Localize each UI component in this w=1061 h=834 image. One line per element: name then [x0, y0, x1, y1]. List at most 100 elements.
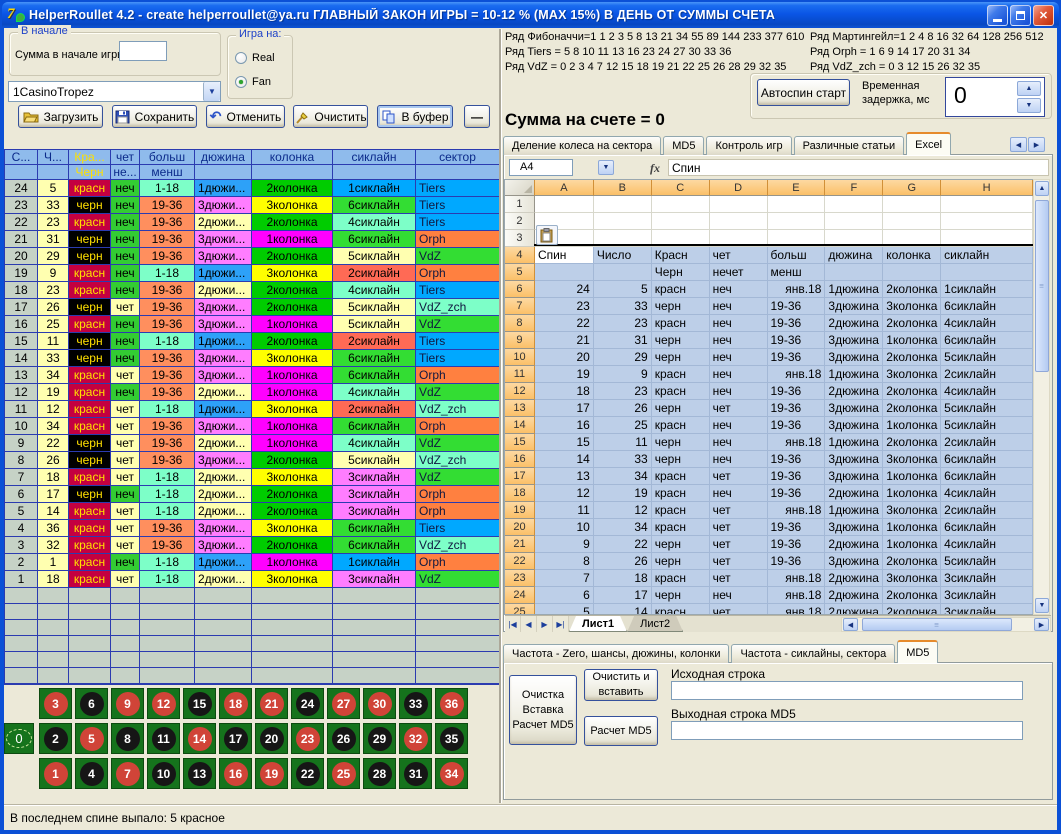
roulette-cell[interactable]: 10: [147, 758, 180, 789]
excel-cell[interactable]: 12: [594, 502, 652, 519]
roulette-cell[interactable]: 15: [183, 688, 216, 719]
excel-col-header[interactable]: H: [941, 180, 1033, 196]
excel-cell[interactable]: чет: [710, 604, 768, 615]
excel-cell[interactable]: неч: [710, 417, 768, 434]
excel-cell[interactable]: 3дюжина: [825, 349, 883, 366]
excel-cell[interactable]: 6сиклайн: [941, 298, 1033, 315]
excel-cell[interactable]: янв.18: [768, 570, 826, 587]
md5-output-field[interactable]: [671, 721, 1023, 740]
excel-col-header[interactable]: G: [883, 180, 941, 196]
excel-cell[interactable]: 2дюжина: [825, 383, 883, 400]
excel-row-header[interactable]: 14: [505, 417, 535, 434]
excel-cell[interactable]: 18: [535, 383, 594, 400]
excel-cell[interactable]: 3дюжина: [825, 332, 883, 349]
excel-cell[interactable]: черн: [652, 451, 710, 468]
excel-cell[interactable]: 2дюжина: [825, 536, 883, 553]
excel-cell[interactable]: [535, 264, 594, 281]
roulette-cell[interactable]: 8: [111, 723, 144, 754]
excel-cell[interactable]: красн: [652, 366, 710, 383]
excel-vscrollbar[interactable]: ▲ ≡ ▼: [1033, 179, 1050, 615]
excel-cell[interactable]: 3колонка: [883, 502, 941, 519]
excel-cell[interactable]: 2сиклайн: [941, 502, 1033, 519]
excel-cell[interactable]: 22: [594, 536, 652, 553]
excel-cell[interactable]: 1дюжина: [825, 281, 883, 298]
roulette-cell[interactable]: 21: [255, 688, 288, 719]
excel-cell[interactable]: 14: [594, 604, 652, 615]
excel-cell[interactable]: [941, 264, 1033, 281]
excel-cell[interactable]: 2колонка: [883, 434, 941, 451]
excel-cell[interactable]: неч: [710, 298, 768, 315]
excel-cell[interactable]: 6: [535, 587, 594, 604]
excel-cell[interactable]: 3дюжина: [825, 400, 883, 417]
excel-cell[interactable]: 2колонка: [883, 315, 941, 332]
excel-cell[interactable]: 5сиклайн: [941, 417, 1033, 434]
excel-cell[interactable]: 19-36: [768, 417, 826, 434]
roulette-cell[interactable]: 7: [111, 758, 144, 789]
excel-cell[interactable]: красн: [652, 519, 710, 536]
roulette-cell[interactable]: 36: [435, 688, 468, 719]
excel-cell[interactable]: неч: [710, 366, 768, 383]
start-sum-input[interactable]: [119, 41, 167, 61]
excel-cell[interactable]: 3сиклайн: [941, 587, 1033, 604]
excel-cell[interactable]: 19-36: [768, 451, 826, 468]
excel-cell[interactable]: 2дюжина: [825, 604, 883, 615]
excel-cell[interactable]: чет: [710, 502, 768, 519]
minimize-button[interactable]: [987, 5, 1008, 26]
maximize-button[interactable]: [1010, 5, 1031, 26]
excel-cell[interactable]: красн: [652, 502, 710, 519]
roulette-cell[interactable]: 18: [219, 688, 252, 719]
roulette-cell[interactable]: 3: [39, 688, 72, 719]
excel-cell[interactable]: черн: [652, 536, 710, 553]
toolbar-button-2[interactable]: Сохранить: [112, 105, 197, 128]
excel-cell[interactable]: 1колонка: [883, 519, 941, 536]
excel-cell[interactable]: 2дюжина: [825, 315, 883, 332]
excel-cell[interactable]: [535, 196, 594, 213]
excel-cell[interactable]: чет: [710, 400, 768, 417]
excel-cell[interactable]: 3дюжина: [825, 519, 883, 536]
excel-cell[interactable]: 18: [594, 570, 652, 587]
excel-cell[interactable]: неч: [710, 332, 768, 349]
excel-cell[interactable]: 1колонка: [883, 332, 941, 349]
excel-cell[interactable]: нечет: [710, 264, 768, 281]
tab-top-1[interactable]: Деление колеса на сектора: [503, 136, 661, 155]
excel-cell[interactable]: 16: [535, 417, 594, 434]
excel-cell[interactable]: 2сиклайн: [941, 434, 1033, 451]
excel-cell[interactable]: янв.18: [768, 366, 826, 383]
cell-name-box[interactable]: A4: [509, 159, 573, 176]
excel-cell[interactable]: 2колонка: [883, 604, 941, 615]
excel-cell[interactable]: 33: [594, 451, 652, 468]
excel-cell[interactable]: 5: [594, 281, 652, 298]
toolbar-button-1[interactable]: Загрузить: [18, 105, 103, 128]
excel-cell[interactable]: 6сиклайн: [941, 519, 1033, 536]
excel-cell[interactable]: красн: [652, 315, 710, 332]
excel-cell[interactable]: красн: [652, 417, 710, 434]
excel-cell[interactable]: 1дюжина: [825, 502, 883, 519]
excel-cell[interactable]: красн: [652, 570, 710, 587]
excel-cell[interactable]: 6сиклайн: [941, 468, 1033, 485]
excel-cell[interactable]: [883, 196, 941, 213]
excel-cell[interactable]: черн: [652, 553, 710, 570]
excel-row-header[interactable]: 3: [505, 230, 535, 247]
excel-cell[interactable]: 21: [535, 332, 594, 349]
excel-cell[interactable]: 2дюжина: [825, 587, 883, 604]
md5-input-field[interactable]: [671, 681, 1023, 700]
radio-real[interactable]: Real: [235, 52, 275, 64]
excel-cell[interactable]: неч: [710, 315, 768, 332]
excel-cell[interactable]: Черн: [652, 264, 710, 281]
excel-row-header[interactable]: 13: [505, 400, 535, 417]
roulette-cell[interactable]: 19: [255, 758, 288, 789]
name-box-dropdown-icon[interactable]: ▼: [598, 160, 614, 175]
calc-md5-button[interactable]: Расчет MD5: [584, 716, 658, 746]
roulette-cell[interactable]: 24: [291, 688, 324, 719]
roulette-cell[interactable]: 27: [327, 688, 360, 719]
excel-row-header[interactable]: 16: [505, 451, 535, 468]
excel-cell[interactable]: 2дюжина: [825, 570, 883, 587]
excel-cell[interactable]: 11: [594, 434, 652, 451]
tab-top-5[interactable]: Excel: [906, 132, 951, 155]
excel-cell[interactable]: красн: [652, 468, 710, 485]
excel-cell[interactable]: 3дюжина: [825, 553, 883, 570]
excel-cell[interactable]: 24: [535, 281, 594, 298]
excel-cell[interactable]: 3колонка: [883, 298, 941, 315]
excel-cell[interactable]: 9: [594, 366, 652, 383]
excel-cell[interactable]: дюжина: [825, 247, 883, 264]
